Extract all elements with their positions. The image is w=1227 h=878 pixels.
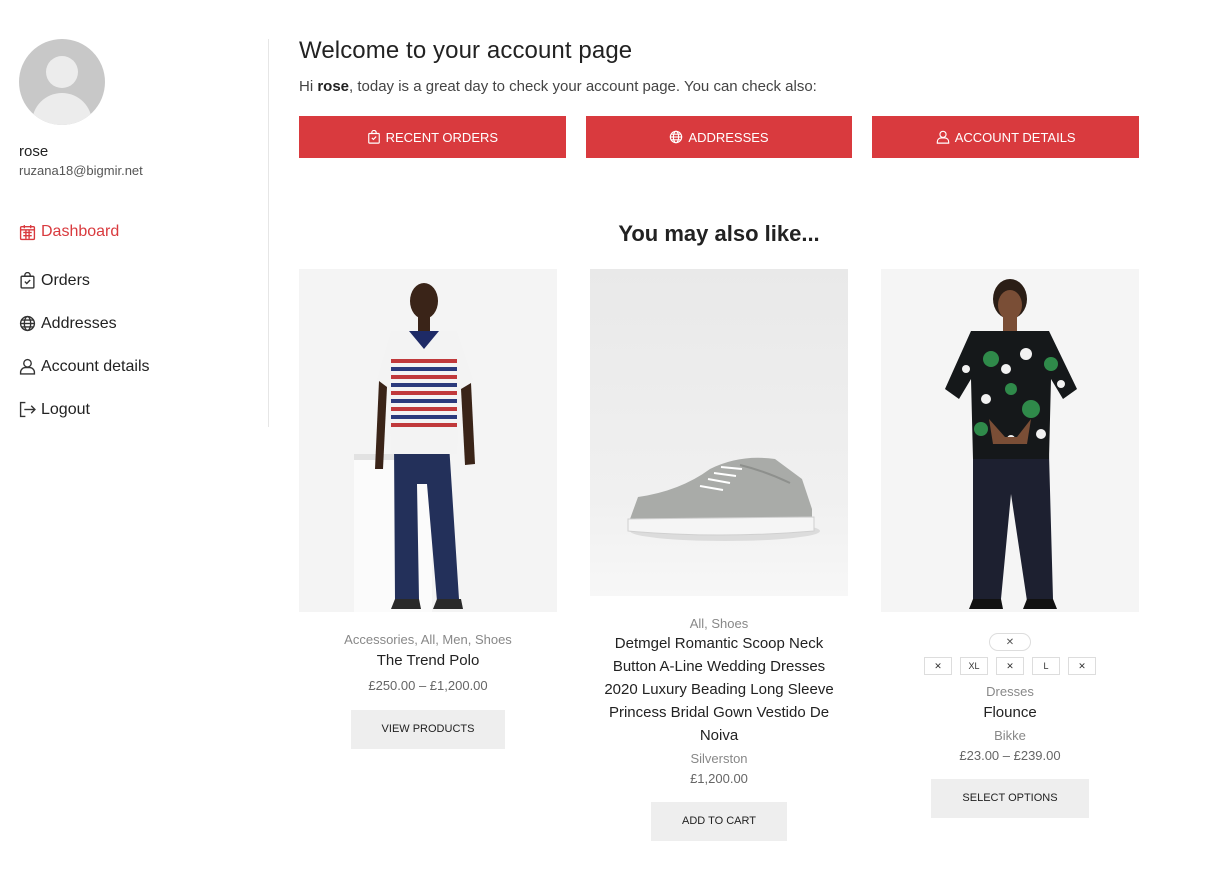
avatar [19, 39, 105, 125]
product-categories[interactable]: Dresses [881, 684, 1139, 699]
product-brand[interactable]: Silverston [590, 751, 848, 766]
welcome-message: Hi rose, today is a great day to check y… [299, 78, 1139, 95]
view-products-button[interactable]: VIEW PRODUCTS [350, 710, 506, 749]
button-label: ACCOUNT DETAILS [954, 129, 1076, 145]
product-title[interactable]: The Trend Polo [299, 649, 557, 672]
quick-links: RECENT ORDERS ADDRESSES ACCOUNT DETAILS [299, 116, 1140, 158]
welcome-hi: Hi [299, 78, 318, 95]
account-details-button[interactable]: ACCOUNT DETAILS [872, 116, 1140, 158]
recommendations-title: You may also like... [618, 221, 820, 246]
nav-item-logout[interactable]: Logout [19, 388, 268, 431]
bag-icon [20, 272, 35, 289]
swatch-option[interactable]: ✕ [1068, 657, 1096, 675]
button-label: ADDRESSES [688, 129, 769, 145]
select-options-button[interactable]: SELECT OPTIONS [931, 779, 1089, 818]
logout-icon [19, 401, 36, 418]
nav-item-addresses[interactable]: Addresses [19, 302, 268, 345]
product-image[interactable] [590, 269, 848, 596]
globe-icon [19, 315, 36, 332]
nav-item-dashboard[interactable]: Dashboard [19, 216, 268, 248]
add-to-cart-button[interactable]: ADD TO CART [651, 802, 787, 841]
size-swatches: ✕ XL ✕ L ✕ [881, 657, 1139, 675]
nav-item-account-details[interactable]: Account details [19, 345, 268, 388]
recent-orders-button[interactable]: RECENT ORDERS [299, 116, 566, 158]
product-price: £250.00 – £1,200.00 [368, 678, 488, 693]
product-price: £23.00 – £239.00 [959, 748, 1061, 763]
nav-item-orders[interactable]: Orders [19, 259, 268, 302]
swatch-label: L [1043, 661, 1049, 671]
swatch-option[interactable]: XL [960, 657, 988, 675]
user-name: rose [19, 143, 49, 160]
bag-icon [367, 130, 380, 144]
nav-item-label: Account details [41, 357, 150, 375]
page-title: Welcome to your account page [299, 37, 633, 64]
product-categories[interactable]: Accessories, All, Men, Shoes [299, 632, 557, 647]
user-icon [19, 358, 36, 375]
swatch-option[interactable]: ✕ [924, 657, 952, 675]
product-categories[interactable]: All, Shoes [590, 616, 848, 631]
user-icon [936, 130, 949, 144]
nav-item-label: Orders [41, 271, 90, 289]
swatch-option[interactable]: L [1032, 657, 1060, 675]
nav-item-label: Addresses [41, 314, 117, 332]
nav-item-label: Logout [41, 400, 90, 418]
button-label: RECENT ORDERS [385, 129, 499, 145]
account-main: Welcome to your account page Hi rose, to… [299, 37, 1140, 841]
product-card: Accessories, All, Men, Shoes The Trend P… [299, 269, 557, 749]
welcome-body: , today is a great day to check your acc… [349, 78, 817, 95]
nav-item-label: Dashboard [41, 223, 120, 240]
product-price: £1,200.00 [690, 771, 748, 786]
product-image[interactable] [299, 269, 557, 612]
clear-swatch-button[interactable]: ✕ [989, 633, 1031, 651]
product-brand[interactable]: Bikke [881, 728, 1139, 743]
user-email: ruzana18@bigmir.net [19, 163, 143, 178]
account-nav: Dashboard Orders Addresses Account detai… [19, 216, 268, 431]
product-title[interactable]: Flounce [881, 701, 1139, 724]
addresses-button[interactable]: ADDRESSES [585, 116, 853, 158]
swatch-option[interactable]: ✕ [996, 657, 1024, 675]
welcome-username: rose [317, 78, 350, 95]
globe-icon [670, 130, 683, 144]
product-card: ✕ ✕ XL ✕ L ✕ Dresses Flounce Bikke £23.0… [881, 269, 1139, 818]
swatch-label: XL [968, 661, 980, 671]
account-sidebar: rose ruzana18@bigmir.net Dashboard Order… [19, 39, 269, 427]
product-card: All, Shoes Detmgel Romantic Scoop Neck B… [590, 269, 848, 841]
product-title[interactable]: Detmgel Romantic Scoop Neck Button A-Lin… [590, 632, 848, 747]
product-image[interactable] [881, 269, 1139, 612]
calendar-icon [19, 224, 36, 240]
